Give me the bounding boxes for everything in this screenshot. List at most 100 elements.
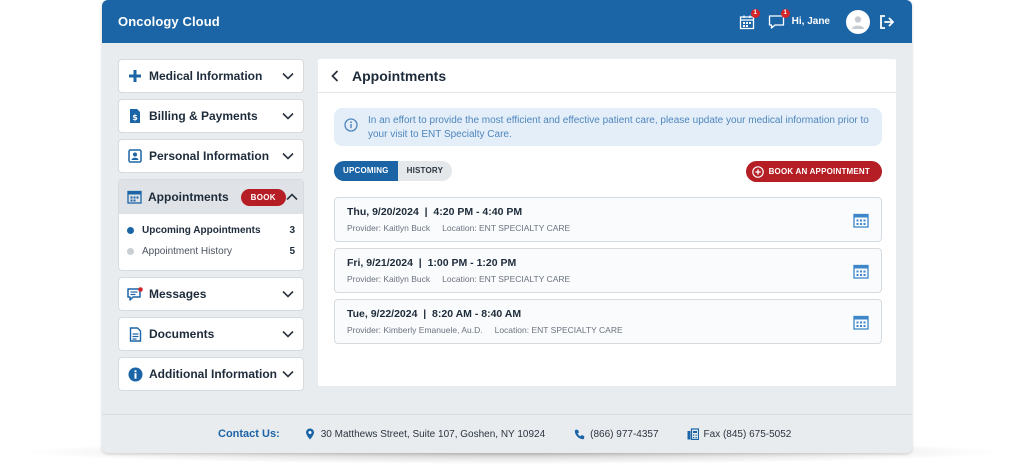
top-header: Oncology Cloud 1 1 Hi, Jane	[102, 0, 912, 43]
appointment-details: Fri, 9/21/2024 | 1:00 PM - 1:20 PM Provi…	[347, 257, 570, 284]
page-title: Appointments	[352, 67, 447, 84]
sidebar-item-label: Additional Information	[149, 367, 277, 381]
book-appointment-label: BOOK AN APPOINTMENT	[768, 167, 870, 176]
sidebar-subitem-upcoming[interactable]: Upcoming Appointments 3	[127, 220, 295, 241]
info-icon	[127, 366, 143, 382]
location-pin-icon	[304, 428, 316, 440]
app-window: Oncology Cloud 1 1 Hi, Jane Medical Info…	[102, 0, 912, 453]
chevron-down-icon	[281, 327, 295, 341]
sidebar-subitem-history[interactable]: Appointment History 5	[127, 241, 295, 262]
chevron-down-icon	[281, 69, 295, 83]
footer: Contact Us: 30 Matthews Street, Suite 10…	[102, 414, 912, 453]
chevron-down-icon	[281, 109, 295, 123]
back-button[interactable]	[328, 69, 342, 83]
sidebar-item-appointments: Appointments BOOK Upcoming Appointments …	[118, 179, 304, 271]
appointment-location: Location: ENT SPECIALTY CARE	[442, 274, 571, 284]
user-greeting: Hi, Jane	[791, 16, 830, 27]
avatar[interactable]	[846, 9, 870, 34]
appointments-submenu: Upcoming Appointments 3 Appointment Hist…	[119, 214, 303, 270]
sidebar-item-additional-information[interactable]: Additional Information	[118, 357, 304, 391]
subitem-count: 5	[289, 246, 295, 257]
header-actions: 1 1 Hi, Jane	[726, 8, 896, 34]
add-to-calendar-icon[interactable]	[853, 212, 869, 228]
calendar-badge: 1	[750, 8, 760, 18]
sidebar-item-personal-information[interactable]: Personal Information	[118, 139, 304, 173]
document-icon	[127, 326, 143, 342]
sidebar-item-messages[interactable]: Messages	[118, 277, 304, 311]
appointment-provider: Provider: Kaitlyn Buck	[347, 274, 431, 284]
add-to-calendar-icon[interactable]	[853, 263, 869, 279]
sidebar-item-label: Appointments	[148, 190, 229, 204]
tab-upcoming[interactable]: UPCOMING	[334, 161, 398, 181]
logout-button[interactable]	[878, 13, 896, 31]
appointments-section-header[interactable]: Appointments BOOK	[119, 180, 303, 214]
chevron-up-icon	[286, 190, 298, 204]
messages-notification-button[interactable]: 1	[768, 8, 790, 31]
appointment-provider: Provider: Kimberly Emanuele, Au.D.	[347, 325, 483, 335]
inactive-dot-icon	[127, 248, 134, 255]
appointment-location: Location: ENT SPECIALTY CARE	[494, 325, 623, 335]
subitem-count: 3	[289, 225, 295, 236]
calendar-icon	[127, 189, 142, 205]
appointment-meta: Provider: Kimberly Emanuele, Au.D. Locati…	[347, 325, 623, 335]
app-title: Oncology Cloud	[118, 14, 220, 29]
sidebar: Medical Information $ Billing & Payments	[118, 59, 304, 397]
footer-address-text: 30 Matthews Street, Suite 107, Goshen, N…	[320, 428, 546, 440]
contact-us-label: Contact Us:	[218, 428, 280, 440]
footer-phone-text: (866) 977-4357	[590, 428, 659, 440]
sidebar-item-label: Messages	[149, 287, 207, 301]
tab-history[interactable]: HISTORY	[397, 161, 453, 181]
sidebar-item-label: Personal Information	[149, 149, 270, 163]
appointment-datetime: Thu, 9/20/2024 | 4:20 PM - 4:40 PM	[347, 206, 523, 218]
appointment-item[interactable]: Fri, 9/21/2024 | 1:00 PM - 1:20 PM Provi…	[334, 248, 882, 293]
appointment-item[interactable]: Tue, 9/22/2024 | 8:20 AM - 8:40 AM Provi…	[334, 299, 882, 344]
chevron-down-icon	[281, 287, 295, 301]
messages-badge: 1	[780, 8, 790, 18]
chevron-down-icon	[281, 149, 295, 163]
appointment-list: Thu, 9/20/2024 | 4:20 PM - 4:40 PM Provi…	[334, 197, 882, 350]
footer-phone[interactable]: (866) 977-4357	[573, 428, 659, 440]
sidebar-book-button[interactable]: BOOK	[240, 188, 286, 206]
footer-fax-text: Fax (845) 675-5052	[703, 428, 792, 440]
book-appointment-button[interactable]: BOOK AN APPOINTMENT	[745, 161, 882, 182]
info-banner: In an effort to provide the most efficie…	[334, 108, 882, 146]
appointments-panel: Appointments In an effort to provide the…	[318, 59, 896, 386]
footer-fax: Fax (845) 675-5052	[687, 428, 792, 440]
sidebar-item-label: Medical Information	[149, 69, 263, 83]
appointments-filter-toggle: UPCOMING HISTORY	[334, 161, 453, 181]
add-to-calendar-icon[interactable]	[853, 314, 869, 330]
active-dot-icon	[127, 227, 134, 234]
info-circle-icon	[344, 118, 358, 132]
appointment-item[interactable]: Thu, 9/20/2024 | 4:20 PM - 4:40 PM Provi…	[334, 197, 882, 242]
subitem-label: Appointment History	[142, 246, 233, 257]
panel-header: Appointments	[318, 59, 896, 93]
chevron-left-icon	[331, 69, 339, 82]
appointment-location: Location: ENT SPECIALTY CARE	[442, 223, 571, 233]
footer-address[interactable]: 30 Matthews Street, Suite 107, Goshen, N…	[304, 428, 545, 440]
subitem-label: Upcoming Appointments	[142, 225, 261, 236]
sidebar-item-documents[interactable]: Documents	[118, 317, 304, 351]
invoice-icon: $	[127, 108, 143, 124]
appointment-details: Thu, 9/20/2024 | 4:20 PM - 4:40 PM Provi…	[347, 206, 570, 233]
sidebar-item-label: Billing & Payments	[149, 109, 258, 123]
calendar-notification-button[interactable]: 1	[738, 8, 760, 31]
logout-icon	[880, 14, 894, 29]
chevron-down-icon	[281, 367, 295, 381]
appointment-provider: Provider: Kaitlyn Buck	[347, 223, 431, 233]
appointment-datetime: Tue, 9/22/2024 | 8:20 AM - 8:40 AM	[347, 308, 522, 320]
sidebar-item-label: Documents	[149, 327, 215, 341]
plus-icon	[127, 68, 143, 84]
chat-icon	[127, 286, 143, 302]
phone-icon	[573, 428, 585, 440]
sidebar-item-medical-information[interactable]: Medical Information	[118, 59, 304, 93]
sidebar-item-billing-payments[interactable]: $ Billing & Payments	[118, 99, 304, 133]
stage: Oncology Cloud 1 1 Hi, Jane Medical Info…	[0, 0, 1026, 476]
plus-circle-icon	[751, 165, 764, 178]
info-banner-text: In an effort to provide the most efficie…	[368, 115, 869, 140]
id-card-icon	[127, 148, 143, 164]
fax-icon	[687, 428, 699, 440]
appointment-datetime: Fri, 9/21/2024 | 1:00 PM - 1:20 PM	[347, 257, 517, 269]
appointment-details: Tue, 9/22/2024 | 8:20 AM - 8:40 AM Provi…	[347, 308, 623, 335]
user-icon	[852, 15, 864, 29]
appointment-meta: Provider: Kaitlyn Buck Location: ENT SPEC…	[347, 223, 570, 233]
